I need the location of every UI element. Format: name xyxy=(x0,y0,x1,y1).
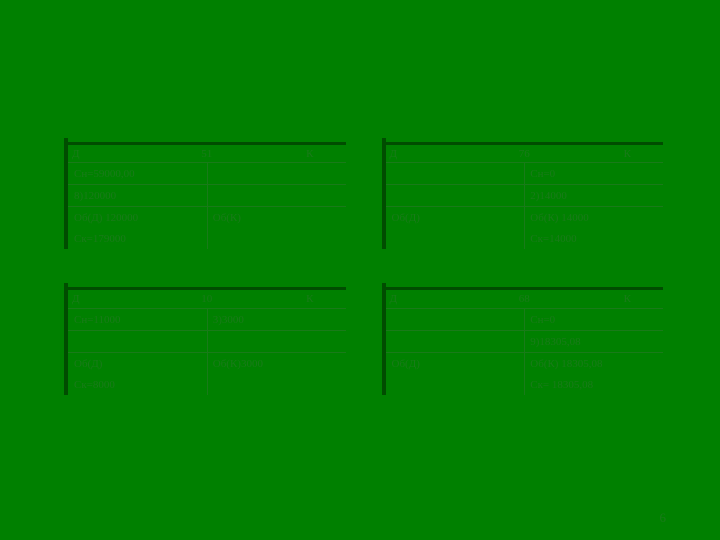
sn-left: Сн=59000,00 xyxy=(68,163,207,184)
entry-right xyxy=(207,185,346,206)
sn-right: 3)3000 xyxy=(207,309,346,330)
ob-right: Об(К) 14000 xyxy=(524,207,663,228)
entry-left: 8)120000 xyxy=(68,185,207,206)
entry-right: 2)14000 xyxy=(524,185,663,206)
row-1: Д 51 К Сн=59000,00 8)120000 Об(Д) 120000… xyxy=(68,142,663,249)
account-number: 10 xyxy=(68,293,346,305)
sk-left: Ск=8000 xyxy=(68,374,207,395)
sk-right xyxy=(207,228,346,249)
t-account-header: Д 10 К xyxy=(68,287,346,308)
t-account-10: Д 10 К Сн=110003)3000 Об(Д)Об(К)3000 Ск=… xyxy=(68,287,346,394)
sn-right xyxy=(207,163,346,184)
sk-right: Ск= 18305,08 xyxy=(524,374,663,395)
sk-left xyxy=(386,374,525,395)
account-number: 68 xyxy=(386,293,664,305)
sn-right: Сн=0 xyxy=(524,309,663,330)
ob-left: Об(Д) xyxy=(386,353,525,374)
t-account-68: Д 68 К Сн=0 9)18305,08 Об(Д)Об(К) 18305,… xyxy=(386,287,664,394)
t-account-header: Д 51 К xyxy=(68,142,346,163)
entry-left xyxy=(386,331,525,352)
sk-left xyxy=(386,228,525,249)
sn-left xyxy=(386,309,525,330)
ob-left: Об(Д) 120000 xyxy=(68,207,207,228)
t-account-header: Д 68 К xyxy=(386,287,664,308)
t-account-51: Д 51 К Сн=59000,00 8)120000 Об(Д) 120000… xyxy=(68,142,346,249)
t-account-body: Сн=0 9)18305,08 Об(Д)Об(К) 18305,08 Ск= … xyxy=(386,309,664,395)
sn-left: Сн=11000 xyxy=(68,309,207,330)
blank xyxy=(207,331,346,352)
ob-right: Об(К) xyxy=(207,207,346,228)
t-account-body: Сн=110003)3000 Об(Д)Об(К)3000 Ск=8000 xyxy=(68,309,346,395)
page-number: 6 xyxy=(660,510,667,526)
ob-right: Об(К) 18305,08 xyxy=(524,353,663,374)
blank xyxy=(68,331,207,352)
t-account-body: Сн=0 2)14000 Об(Д)Об(К) 14000 Ск=14000 xyxy=(386,163,664,249)
t-account-body: Сн=59000,00 8)120000 Об(Д) 120000Об(К) С… xyxy=(68,163,346,249)
account-number: 76 xyxy=(386,148,664,160)
sn-left xyxy=(386,163,525,184)
ob-left: Об(Д) xyxy=(68,353,207,374)
entry-right: 9)18305,08 xyxy=(524,331,663,352)
entry-left xyxy=(386,185,525,206)
ob-left: Об(Д) xyxy=(386,207,525,228)
ob-right: Об(К)3000 xyxy=(207,353,346,374)
t-account-header: Д 76 К xyxy=(386,142,664,163)
sk-right: Ск=14000 xyxy=(524,228,663,249)
slide-content: Д 51 К Сн=59000,00 8)120000 Об(Д) 120000… xyxy=(68,142,663,395)
sk-left: Ск=179000 xyxy=(68,228,207,249)
account-number: 51 xyxy=(68,148,346,160)
row-2: Д 10 К Сн=110003)3000 Об(Д)Об(К)3000 Ск=… xyxy=(68,287,663,394)
sk-right xyxy=(207,374,346,395)
sn-right: Сн=0 xyxy=(524,163,663,184)
t-account-76: Д 76 К Сн=0 2)14000 Об(Д)Об(К) 14000 Ск=… xyxy=(386,142,664,249)
